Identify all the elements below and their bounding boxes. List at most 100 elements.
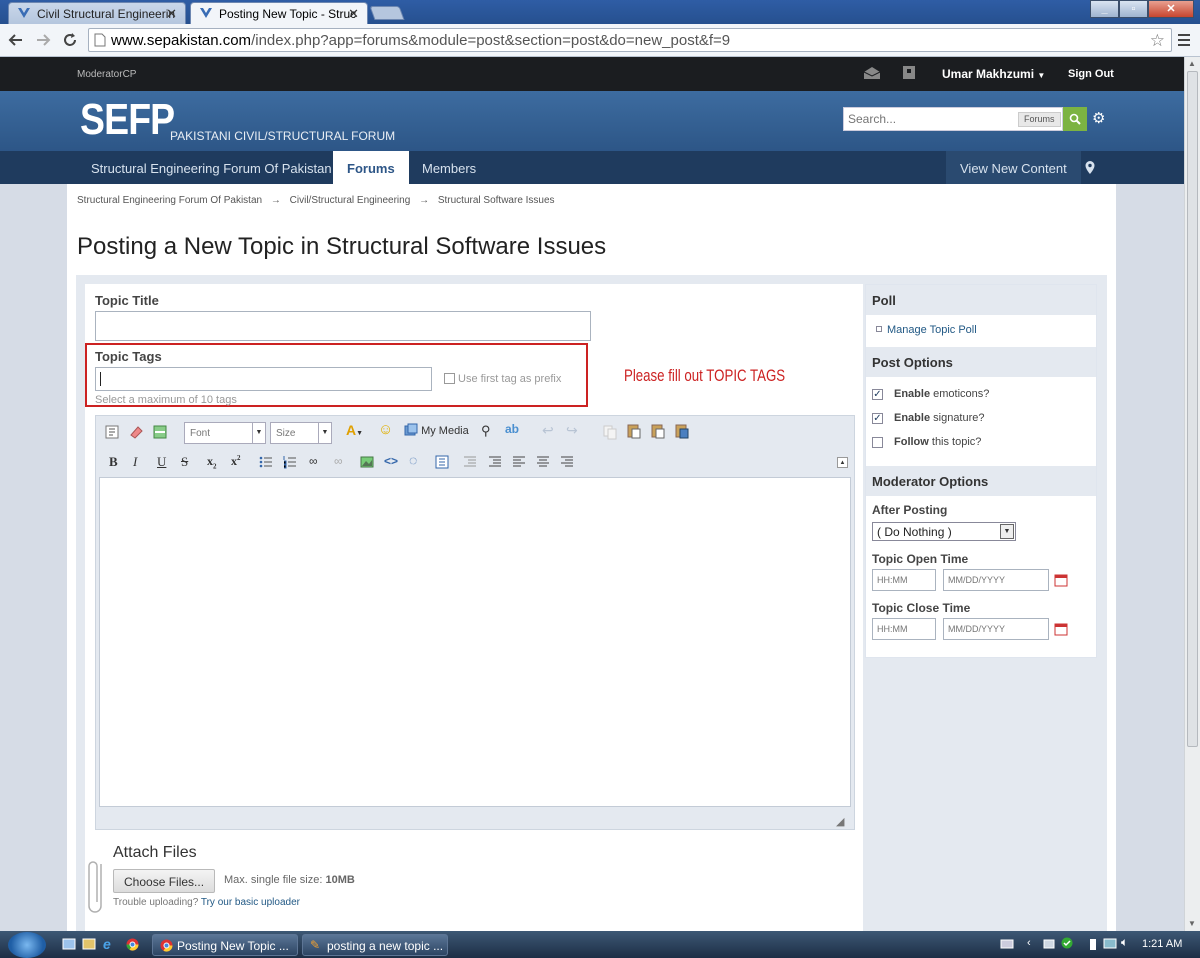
volume-icon[interactable]: 🔈︎ [1121,935,1128,950]
paste-icon[interactable] [626,423,642,439]
back-icon[interactable] [8,32,24,48]
image-icon[interactable] [359,454,375,470]
breadcrumb-item[interactable]: Civil/Structural Engineering [290,195,411,206]
forward-icon[interactable] [35,32,51,48]
open-date-input[interactable] [943,569,1049,591]
open-time-input[interactable] [872,569,936,591]
site-logo[interactable]: SEFP [80,95,175,145]
find-icon[interactable]: ⚲ [481,423,491,439]
italic-icon[interactable]: I [133,454,137,470]
enable-signature-checkbox[interactable]: ✓ [872,413,883,424]
new-tab-button[interactable] [369,6,405,20]
code-icon[interactable]: <> [384,454,398,468]
browser-tab-active[interactable]: Posting New Topic - Struc ✕ [190,2,368,24]
nav-forums[interactable]: Forums [333,151,409,184]
taskbar-task-editor[interactable]: ✎ posting a new topic ... [302,934,448,956]
copy-icon[interactable] [602,424,618,440]
view-new-content-link[interactable]: View New Content [946,151,1081,184]
follow-topic-checkbox[interactable] [872,437,883,448]
close-date-input[interactable] [943,618,1049,640]
replace-icon[interactable]: ab [505,422,519,436]
undo-icon[interactable]: ↩ [542,422,554,439]
choose-files-button[interactable]: Choose Files... [113,869,216,893]
calendar-icon[interactable] [1054,573,1068,587]
numbered-list-icon[interactable] [282,454,298,470]
menu-icon[interactable] [1176,32,1192,48]
keyboard-icon[interactable] [1000,939,1014,949]
user-menu[interactable]: Umar Makhzumi ▼ [942,67,1045,81]
security-check-icon[interactable] [1061,937,1073,949]
after-posting-select[interactable]: ( Do Nothing ) ▼ [872,522,1016,541]
strikethrough-icon[interactable]: S [181,454,188,470]
gear-icon[interactable]: ⚙ [1092,109,1105,127]
font-select[interactable]: Font ▼ [184,422,266,444]
system-clock[interactable]: 1:21 AM [1142,938,1182,950]
search-button[interactable] [1063,107,1087,131]
close-window-button[interactable]: ✕ [1148,0,1194,18]
search-input[interactable] [844,108,1014,130]
superscript-icon[interactable]: x2 [231,454,241,469]
use-first-tag-checkbox[interactable] [444,373,455,384]
scrollbar-thumb[interactable] [1187,71,1198,747]
show-desktop-icon[interactable] [62,938,76,950]
calendar-icon[interactable] [1054,622,1068,636]
text-color-icon[interactable]: A▼ [346,422,363,438]
breadcrumb-item[interactable]: Structural Software Issues [438,195,555,206]
paste-text-icon[interactable] [650,423,666,439]
address-bar[interactable]: www.sepakistan.com/index.php?app=forums&… [88,28,1172,52]
taskbar-task-chrome[interactable]: Posting New Topic ... [152,934,298,956]
internet-explorer-icon[interactable]: e [103,936,111,952]
align-left-icon[interactable] [511,454,527,470]
bullet-list-icon[interactable] [258,454,274,470]
moderator-cp-link[interactable]: ModeratorCP [77,69,136,80]
nav-home[interactable]: Structural Engineering Forum Of Pakistan [77,151,346,184]
scroll-up-icon[interactable]: ▲ [1188,59,1196,68]
horizontal-rule-icon[interactable] [152,424,168,440]
map-pin-icon[interactable] [1084,160,1096,175]
topic-title-input[interactable] [95,311,591,341]
basic-uploader-link[interactable]: Try our basic uploader [201,897,300,908]
start-button[interactable] [8,932,46,958]
collapse-toolbar-icon[interactable]: ▲ [837,457,848,468]
display-icon[interactable] [1103,937,1117,951]
nav-members[interactable]: Members [408,151,490,184]
quote-icon[interactable]: ◌ [409,452,417,468]
size-select[interactable]: Size ▼ [270,422,332,444]
close-tab-icon[interactable]: ✕ [166,6,177,22]
link-icon[interactable]: ∞ [309,454,318,468]
page-scrollbar[interactable]: ▲ ▼ [1184,57,1200,931]
scroll-down-icon[interactable]: ▼ [1188,919,1196,928]
browser-tab[interactable]: Civil Structural Engineerin ✕ [8,2,186,24]
subscript-icon[interactable]: x2 [207,454,217,470]
network-icon[interactable] [1043,937,1057,951]
source-icon[interactable] [104,424,120,440]
search-scope-badge[interactable]: Forums [1018,112,1061,127]
inbox-icon[interactable] [863,66,881,80]
emoticon-icon[interactable]: ☺ [378,421,393,438]
bookmark-star-icon[interactable]: ☆ [1150,31,1165,51]
notifications-icon[interactable] [902,65,916,80]
align-right-icon[interactable] [559,454,575,470]
indent-icon[interactable] [487,454,503,470]
minimize-button[interactable]: _ [1090,0,1119,18]
eraser-icon[interactable] [128,424,144,440]
bold-icon[interactable]: B [109,454,118,470]
reload-icon[interactable] [62,32,78,48]
power-icon[interactable] [1088,937,1098,951]
my-media-button[interactable]: My Media [404,423,469,437]
underline-icon[interactable]: U [157,454,166,470]
outdent-icon[interactable] [462,454,478,470]
paste-word-icon[interactable] [674,423,690,439]
editor-text-area[interactable] [99,477,851,807]
topic-tags-input[interactable] [95,367,432,391]
breadcrumb-item[interactable]: Structural Engineering Forum Of Pakistan [77,195,262,206]
resize-handle-icon[interactable]: ◢ [836,815,844,828]
maximize-button[interactable]: ▫ [1119,0,1148,18]
redo-icon[interactable]: ↪ [566,422,578,439]
close-tab-icon[interactable]: ✕ [348,6,359,22]
enable-emoticons-checkbox[interactable]: ✓ [872,389,883,400]
unlink-icon[interactable]: ∞ [334,454,343,468]
align-center-icon[interactable] [535,454,551,470]
tray-expand-icon[interactable]: ‹ [1027,937,1031,949]
spoiler-icon[interactable] [434,454,450,470]
